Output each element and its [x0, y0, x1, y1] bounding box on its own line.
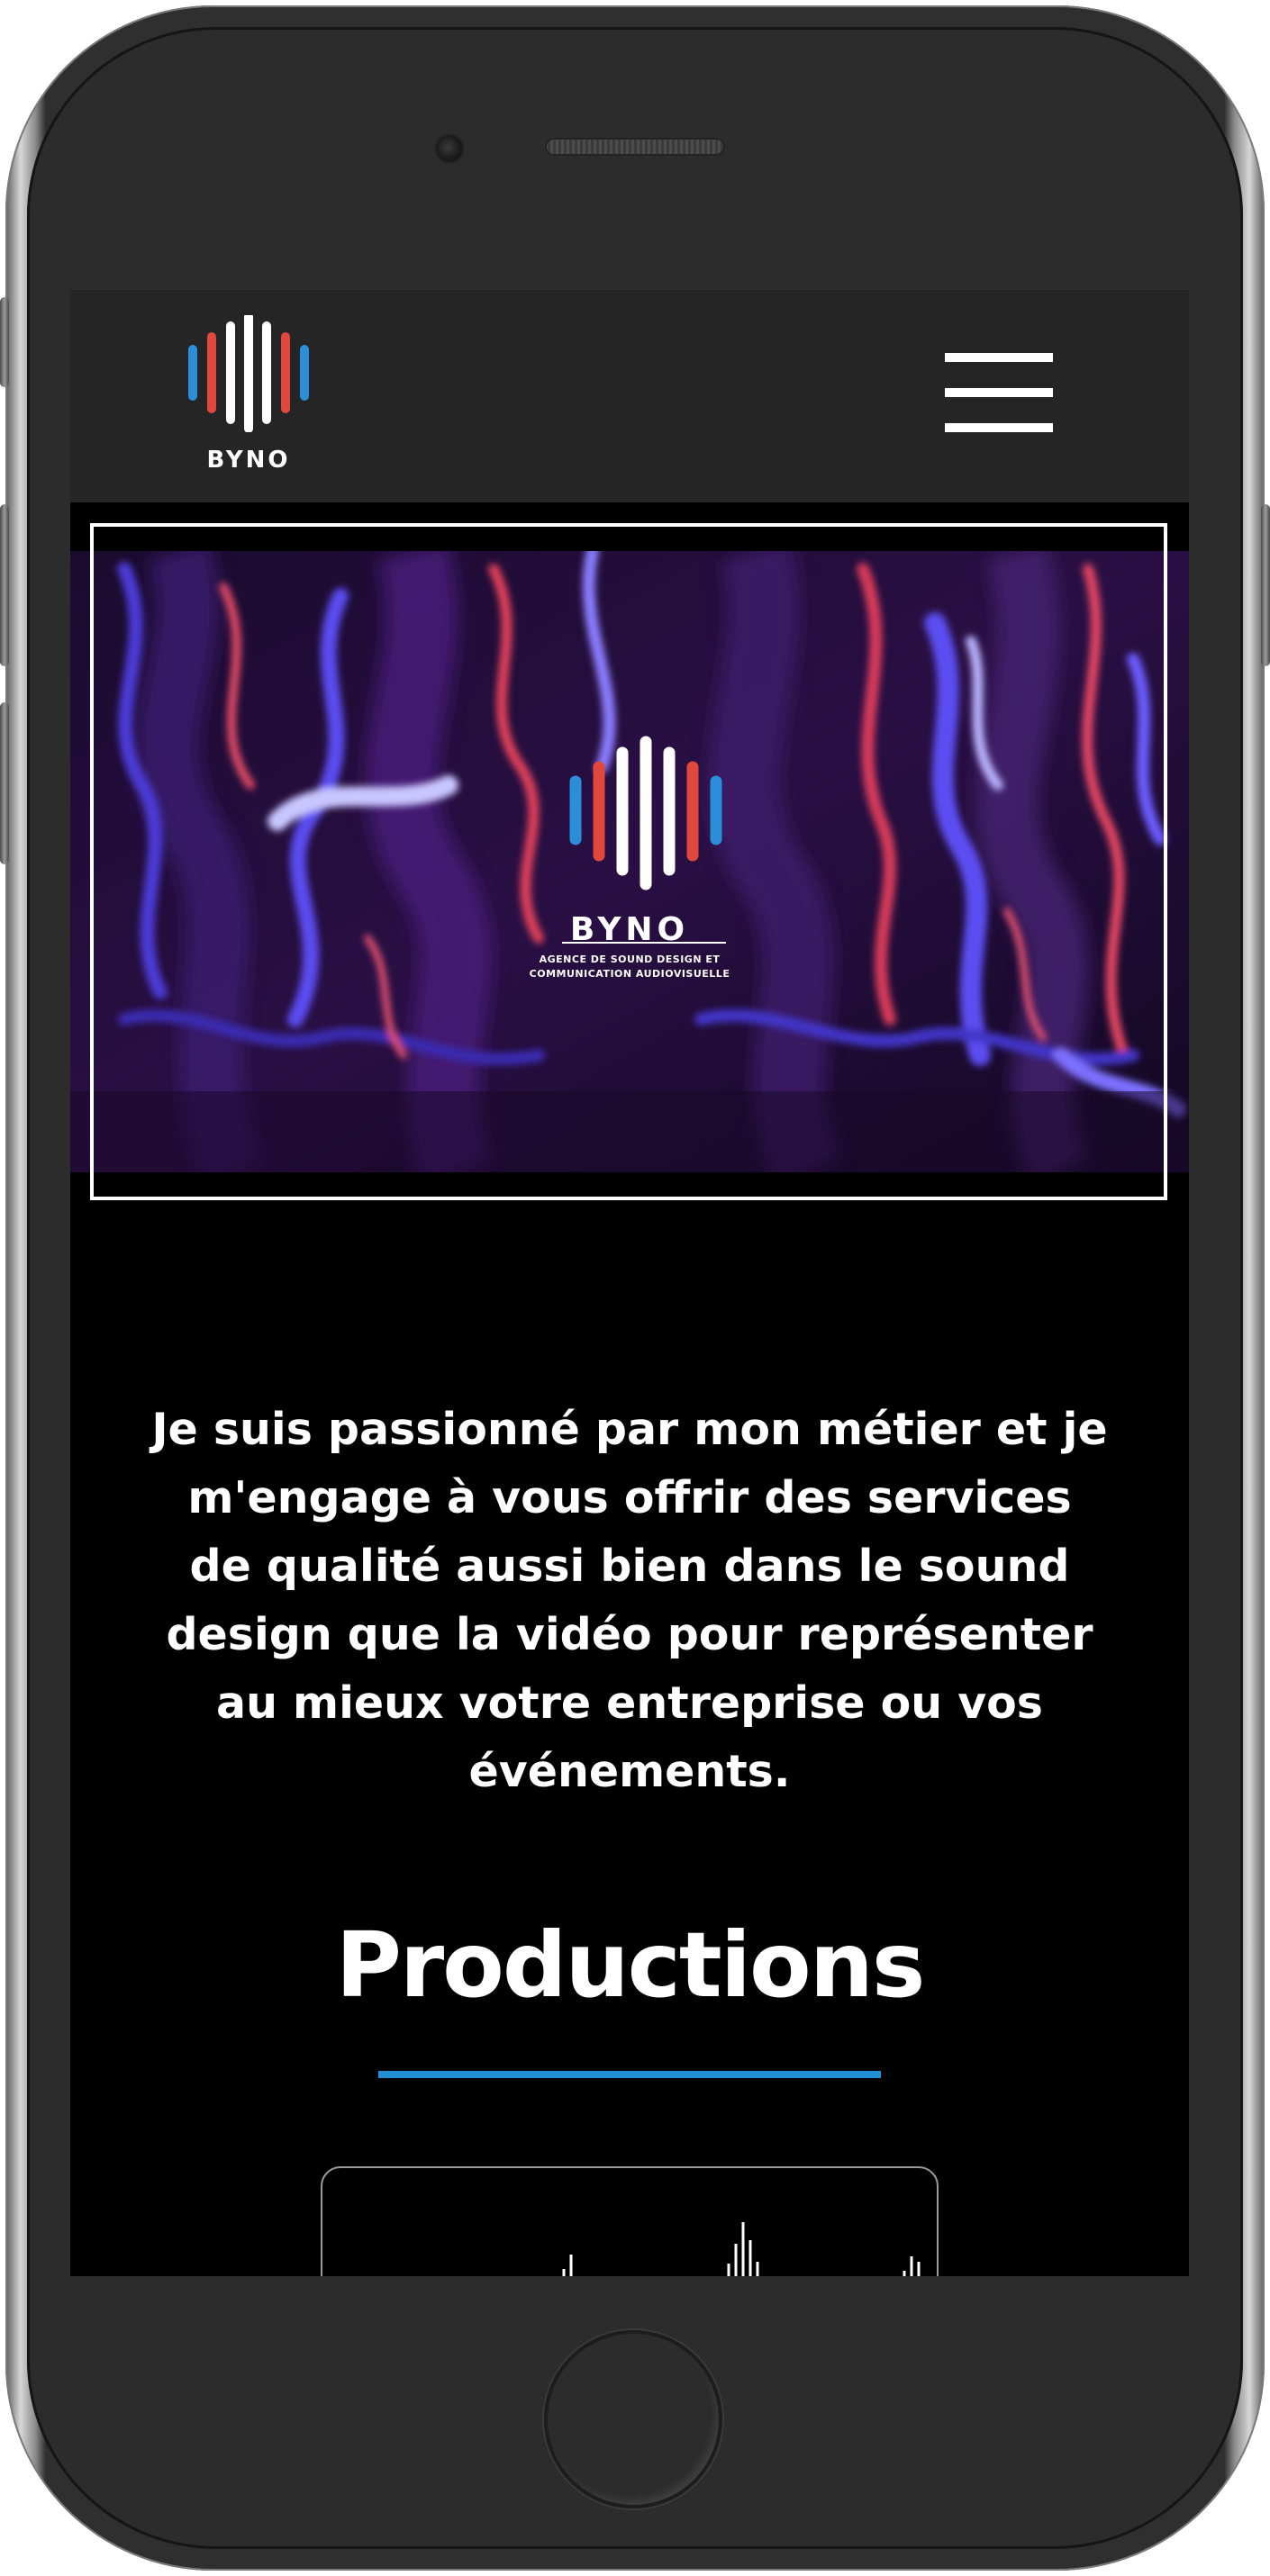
hamburger-menu-icon[interactable] [945, 353, 1053, 432]
menu-line [945, 353, 1053, 362]
hero-frame [90, 523, 1167, 1200]
site-header: BYNO [70, 290, 1189, 502]
menu-line [945, 423, 1053, 432]
home-button[interactable] [544, 2330, 722, 2508]
intro-text: Je suis passionné par mon métier et je m… [151, 1404, 1108, 1797]
menu-line [945, 388, 1053, 397]
earpiece-speaker [545, 138, 725, 156]
screen: BYNO BYNO AGENCE DE SOUND DESIGN ET COMM… [70, 290, 1189, 2276]
side-button-volume-up [0, 504, 9, 666]
side-button-volume-down [0, 702, 9, 864]
productions-title: Productions [335, 1912, 926, 2018]
side-button-mute [0, 297, 9, 387]
waveform-icon [562, 2222, 921, 2276]
brand-logo[interactable]: BYNO [186, 315, 312, 495]
front-camera [436, 135, 463, 162]
logo-text: BYNO [206, 447, 291, 474]
logo-soundwave-icon [188, 315, 309, 432]
title-underline [378, 2071, 881, 2078]
side-button-power [1261, 504, 1270, 666]
